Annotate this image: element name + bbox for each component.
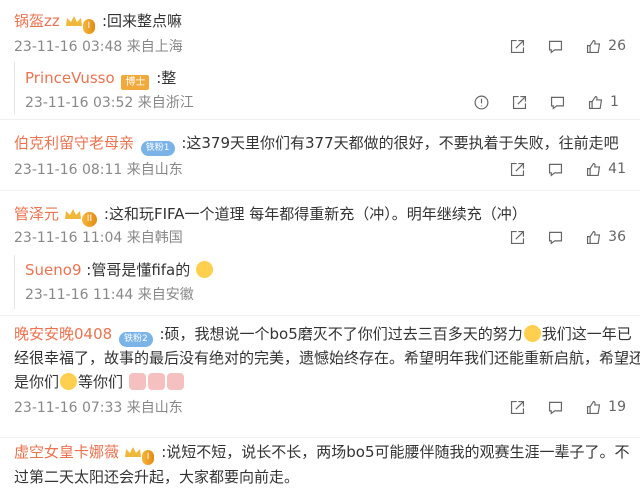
report-icon[interactable]	[472, 93, 490, 111]
comment-line: 过第二天太阳还会升起，大家都要向前走。	[14, 466, 626, 488]
comment-icon[interactable]	[546, 160, 564, 178]
comment-icon[interactable]	[546, 37, 564, 55]
comment-text: :这379天里你们有377天都做的很好，不要执着于失败，往前走吧	[181, 134, 619, 152]
share-icon[interactable]	[508, 37, 526, 55]
comment-text: 经很幸福了，故事的最后没有绝对的完美，遗憾始终存在。希望明年我们还能重新启航，希…	[14, 349, 640, 367]
crown-icon	[65, 16, 82, 26]
comment-text: 是你们	[14, 373, 60, 391]
like-count: 36	[608, 229, 626, 245]
fan-badge[interactable]: II	[81, 212, 98, 227]
like-count: 26	[608, 38, 626, 54]
comment-icon[interactable]	[548, 93, 566, 111]
comment-text: :硕，我想说一个bo5磨灭不了你们过去三百多天的努力	[159, 325, 523, 343]
comment-item: 锅盔zz I :回来整点嘛 23-11-16 03:48 来自上海 26 Pri…	[0, 0, 640, 120]
comment-item: 管泽元 II :这和玩FIFA一个道理 每年都得重新充（冲）。明年继续充（冲） …	[0, 191, 640, 316]
reply-block: Sueno9 :管哥是懂fifa的 23-11-16 11:44 来自安徽	[14, 255, 626, 309]
comment-location: 来自上海	[126, 39, 183, 55]
reply-username[interactable]: PrinceVusso	[25, 69, 115, 87]
comment-line: 锅盔zz I :回来整点嘛	[14, 10, 626, 34]
like-count: 19	[608, 399, 626, 415]
reply-username[interactable]: Sueno9	[25, 261, 81, 279]
pig-emoji-icon	[147, 373, 165, 390]
like-icon[interactable]	[584, 228, 602, 246]
crown-icon	[124, 447, 141, 457]
fan-badge[interactable]: I	[82, 19, 96, 34]
comment-username[interactable]: 管泽元	[14, 205, 59, 223]
reply-text: :整	[156, 69, 177, 87]
fan-badge[interactable]: I	[141, 450, 155, 465]
crown-icon	[64, 209, 81, 219]
reply-location: 来自浙江	[137, 95, 194, 111]
comment-location: 来自山东	[126, 162, 183, 178]
reply-text: :管哥是懂fifa的	[86, 261, 191, 279]
like-icon[interactable]	[584, 160, 602, 178]
comment-username[interactable]: 伯克利留守老母亲	[14, 134, 134, 152]
share-icon[interactable]	[510, 93, 528, 111]
comment-text: :这和玩FIFA一个道理 每年都得重新充（冲）。明年继续充（冲）	[103, 205, 527, 223]
reply-line: PrinceVusso 博士 :整	[25, 67, 176, 90]
comment-item: 伯克利留守老母亲 铁粉1 :这379天里你们有377天都做的很好，不要执着于失败…	[0, 120, 640, 191]
comment-meta: 23-11-16 08:11 来自山东	[14, 160, 183, 180]
reply-time: 23-11-16 11:44	[25, 287, 134, 303]
share-icon[interactable]	[508, 160, 526, 178]
comment-location: 来自韩国	[126, 230, 183, 246]
pig-emoji-icon	[128, 373, 146, 390]
comment-item: 晚安安晚0408 铁粉2 :硕，我想说一个bo5磨灭不了你们过去三百多天的努力我…	[0, 316, 640, 438]
reply-location: 来自安徽	[137, 287, 194, 303]
comment-text: :回来整点嘛	[101, 12, 183, 30]
comment-text: 等你们	[78, 373, 124, 391]
doctor-badge[interactable]: 博士	[121, 75, 150, 90]
comment-actions: 19	[488, 398, 626, 416]
sad-emoji-icon	[60, 373, 78, 390]
like-count: 1	[610, 94, 619, 110]
comment-text: :说短不短，说长不长，两场bo5可能腰伴随我的观赛生涯一辈子了。不	[161, 443, 630, 461]
comment-location: 来自山东	[126, 400, 183, 416]
comment-text: 我们这一年已	[541, 325, 632, 343]
comment-text: 过第二天太阳还会升起，大家都要向前走。	[14, 468, 300, 486]
sad-emoji-icon	[523, 325, 541, 342]
reply-meta: 23-11-16 11:44 来自安徽	[25, 285, 194, 305]
comment-icon[interactable]	[546, 228, 564, 246]
comment-time: 23-11-16 03:48	[14, 39, 123, 55]
pig-emoji-icon	[166, 373, 184, 390]
comment-actions: 26	[488, 37, 626, 55]
reply-time: 23-11-16 03:52	[25, 95, 134, 111]
comment-time: 23-11-16 11:04	[14, 230, 123, 246]
comment-username[interactable]: 锅盔zz	[14, 12, 60, 30]
share-icon[interactable]	[508, 228, 526, 246]
fan-badge[interactable]: 铁粉1	[140, 141, 175, 156]
comment-username[interactable]: 晚安安晚0408	[14, 325, 112, 343]
comment-line: 经很幸福了，故事的最后没有绝对的完美，遗憾始终存在。希望明年我们还能重新启航，希…	[14, 347, 640, 369]
comment-meta: 23-11-16 07:33 来自山东	[14, 398, 183, 418]
comment-time: 23-11-16 08:11	[14, 162, 123, 178]
fan-badge[interactable]: 铁粉2	[118, 332, 153, 347]
like-icon[interactable]	[586, 93, 604, 111]
like-icon[interactable]	[584, 37, 602, 55]
comment-item: 虚空女皇卡娜薇 I :说短不短，说长不长，两场bo5可能腰伴随我的观赛生涯一辈子…	[0, 438, 640, 498]
reply-block: PrinceVusso 博士 :整 23-11-16 03:52 来自浙江 1	[14, 62, 626, 114]
comment-line: 是你们 等你们	[14, 371, 626, 393]
like-count: 41	[608, 161, 626, 177]
comment-line: 虚空女皇卡娜薇 I :说短不短，说长不长，两场bo5可能腰伴随我的观赛生涯一辈子…	[14, 441, 630, 465]
share-icon[interactable]	[508, 398, 526, 416]
like-icon[interactable]	[584, 398, 602, 416]
comment-actions: 36	[488, 228, 626, 246]
comment-username[interactable]: 虚空女皇卡娜薇	[14, 443, 119, 461]
reply-line: Sueno9 :管哥是懂fifa的	[25, 259, 214, 281]
reply-actions: 1	[452, 93, 626, 111]
dog-emoji-icon	[196, 261, 214, 278]
comment-meta: 23-11-16 11:04 来自韩国	[14, 228, 183, 248]
comment-meta: 23-11-16 03:48 来自上海	[14, 37, 183, 57]
reply-meta: 23-11-16 03:52 来自浙江	[25, 93, 194, 113]
comment-actions: 41	[488, 160, 626, 178]
comment-line: 晚安安晚0408 铁粉2 :硕，我想说一个bo5磨灭不了你们过去三百多天的努力我…	[14, 323, 632, 347]
comment-time: 23-11-16 07:33	[14, 400, 123, 416]
comment-line: 管泽元 II :这和玩FIFA一个道理 每年都得重新充（冲）。明年继续充（冲）	[14, 203, 626, 227]
comment-icon[interactable]	[546, 398, 564, 416]
comment-line: 伯克利留守老母亲 铁粉1 :这379天里你们有377天都做的很好，不要执着于失败…	[14, 132, 626, 156]
